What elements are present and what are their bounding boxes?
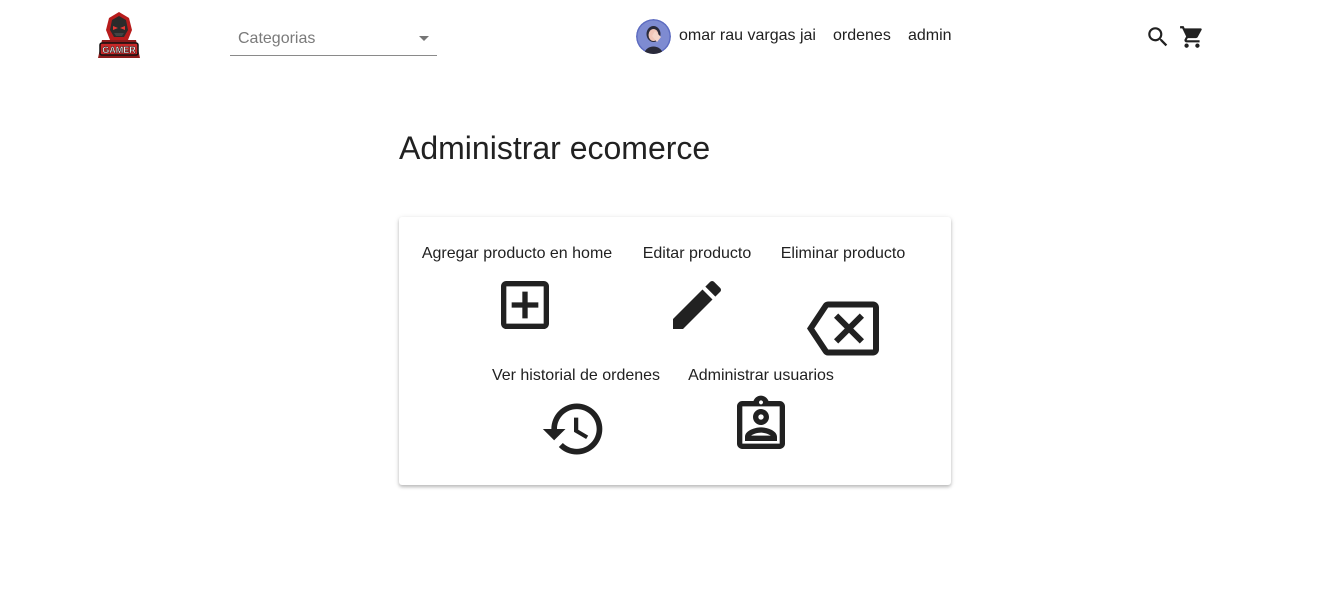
page-title: Administrar ecomerce (399, 130, 711, 166)
add-product-action[interactable]: Agregar producto en home (418, 245, 616, 335)
categories-select[interactable]: Categorias (230, 24, 437, 56)
search-button[interactable] (1145, 24, 1171, 50)
orders-link[interactable]: ordenes (833, 27, 891, 45)
delete-product-label: Eliminar producto (780, 245, 906, 262)
contact-badge-icon (737, 395, 785, 449)
logo-text: GAMER (102, 45, 136, 55)
manage-users-label: Administrar usuarios (688, 367, 834, 384)
top-navbar: GAMER Categorias omar rau vargas jai ord… (0, 0, 1335, 80)
admin-actions-card: Agregar producto en home Editar producto… (399, 217, 951, 485)
backspace-icon (807, 301, 879, 356)
shopping-cart-icon (1180, 26, 1202, 48)
history-icon (542, 403, 603, 455)
order-history-label: Ver historial de ordenes (491, 367, 661, 384)
gamer-logo[interactable]: GAMER (96, 10, 142, 62)
edit-product-action[interactable]: Editar producto (640, 245, 754, 335)
add-product-label: Agregar producto en home (421, 245, 613, 262)
chevron-down-icon (419, 36, 429, 41)
avatar[interactable] (636, 19, 671, 54)
edit-product-label: Editar producto (642, 245, 752, 262)
gamer-logo-image: GAMER (98, 12, 140, 58)
cart-button[interactable] (1179, 24, 1205, 50)
user-name-link[interactable]: omar rau vargas jai (679, 27, 816, 45)
search-icon (1148, 27, 1168, 47)
admin-link[interactable]: admin (908, 27, 952, 45)
manage-users-action[interactable]: Administrar usuarios (686, 367, 836, 457)
order-history-action[interactable]: Ver historial de ordenes (489, 367, 663, 457)
delete-product-action[interactable]: Eliminar producto (777, 245, 909, 356)
edit-pencil-icon (673, 280, 722, 329)
avatar-image (636, 19, 671, 54)
add-box-icon (501, 281, 549, 329)
categories-placeholder: Categorias (238, 30, 316, 47)
